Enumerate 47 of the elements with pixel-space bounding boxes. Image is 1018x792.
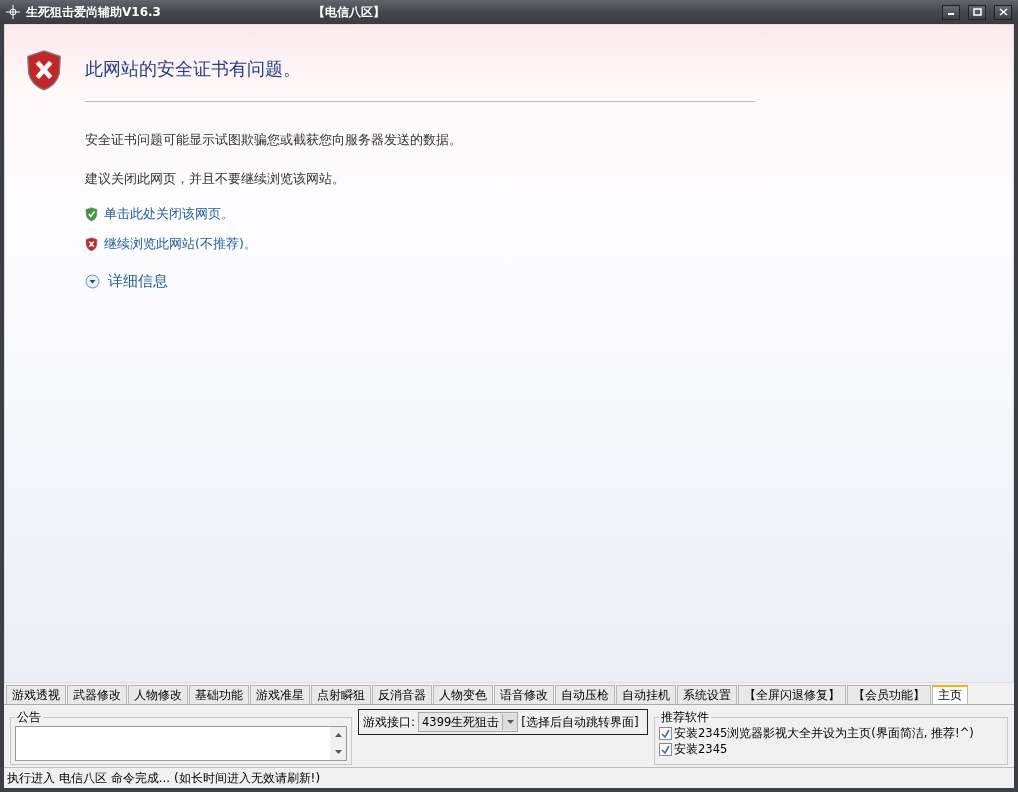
error-heading: 此网站的安全证书有问题。 bbox=[85, 57, 302, 81]
down-arrow-icon[interactable] bbox=[334, 749, 342, 754]
option-label: 安装2345浏览器影视大全并设为主页(界面简洁, 推荐!^) bbox=[674, 726, 974, 741]
tab[interactable]: 游戏透视 bbox=[6, 685, 66, 704]
hint-text: [选择后自动跳转界面] bbox=[521, 713, 639, 731]
checkbox[interactable] bbox=[659, 727, 672, 740]
tab[interactable]: 【会员功能】 bbox=[847, 685, 931, 704]
minimize-button[interactable] bbox=[942, 4, 960, 20]
close-page-link[interactable]: 单击此处关闭该网页。 bbox=[104, 206, 234, 223]
error-shield-icon bbox=[25, 49, 63, 91]
chevron-circle-icon bbox=[85, 274, 100, 289]
tab[interactable]: 武器修改 bbox=[67, 685, 127, 704]
group-title: 推荐软件 bbox=[660, 709, 710, 726]
checkbox[interactable] bbox=[659, 743, 672, 756]
tab[interactable]: 自动压枪 bbox=[555, 685, 615, 704]
tab[interactable]: 【全屏闪退修复】 bbox=[738, 685, 846, 704]
interface-dropdown[interactable]: 4399生死狙击 bbox=[418, 712, 519, 732]
tab[interactable]: 基础功能 bbox=[189, 685, 249, 704]
group-title: 公告 bbox=[16, 709, 42, 726]
field-label: 游戏接口: bbox=[363, 713, 416, 731]
tab[interactable]: 反消音器 bbox=[372, 685, 432, 704]
window-title: 生死狙击爱尚辅助V16.3 bbox=[26, 3, 161, 21]
check-shield-icon bbox=[85, 207, 98, 222]
continue-link[interactable]: 继续浏览此网站(不推荐)。 bbox=[104, 236, 257, 253]
tab[interactable]: 人物修改 bbox=[128, 685, 188, 704]
maximize-button[interactable] bbox=[968, 4, 986, 20]
option-label: 安装2345 bbox=[674, 742, 728, 757]
tab[interactable]: 点射瞬狙 bbox=[311, 685, 371, 704]
status-text: 执行进入 电信八区 命令完成... (如长时间进入无效请刷新!) bbox=[4, 767, 1014, 788]
tab[interactable]: 人物变色 bbox=[433, 685, 493, 704]
tab[interactable]: 自动挂机 bbox=[616, 685, 676, 704]
close-icon bbox=[998, 8, 1008, 16]
close-button[interactable] bbox=[994, 4, 1012, 20]
caret-icon bbox=[506, 720, 514, 724]
maximize-icon bbox=[972, 8, 982, 16]
message-text: 安全证书问题可能显示试图欺骗您或截获您向服务器发送的数据。 bbox=[85, 132, 463, 149]
scrollbar[interactable] bbox=[330, 727, 346, 760]
error-shield-icon bbox=[85, 237, 98, 252]
crosshair-icon bbox=[6, 5, 20, 19]
message-text: 建议关闭此网页，并且不要继续浏览该网站。 bbox=[85, 171, 346, 188]
server-zone: 【电信八区】 bbox=[312, 3, 385, 21]
tab[interactable]: 系统设置 bbox=[677, 685, 737, 704]
tab[interactable]: 游戏准星 bbox=[250, 685, 310, 704]
up-arrow-icon[interactable] bbox=[334, 733, 342, 738]
details-toggle[interactable]: 详细信息 bbox=[85, 272, 755, 291]
tab[interactable]: 语音修改 bbox=[494, 685, 554, 704]
tab[interactable]: 主页 bbox=[932, 685, 968, 704]
